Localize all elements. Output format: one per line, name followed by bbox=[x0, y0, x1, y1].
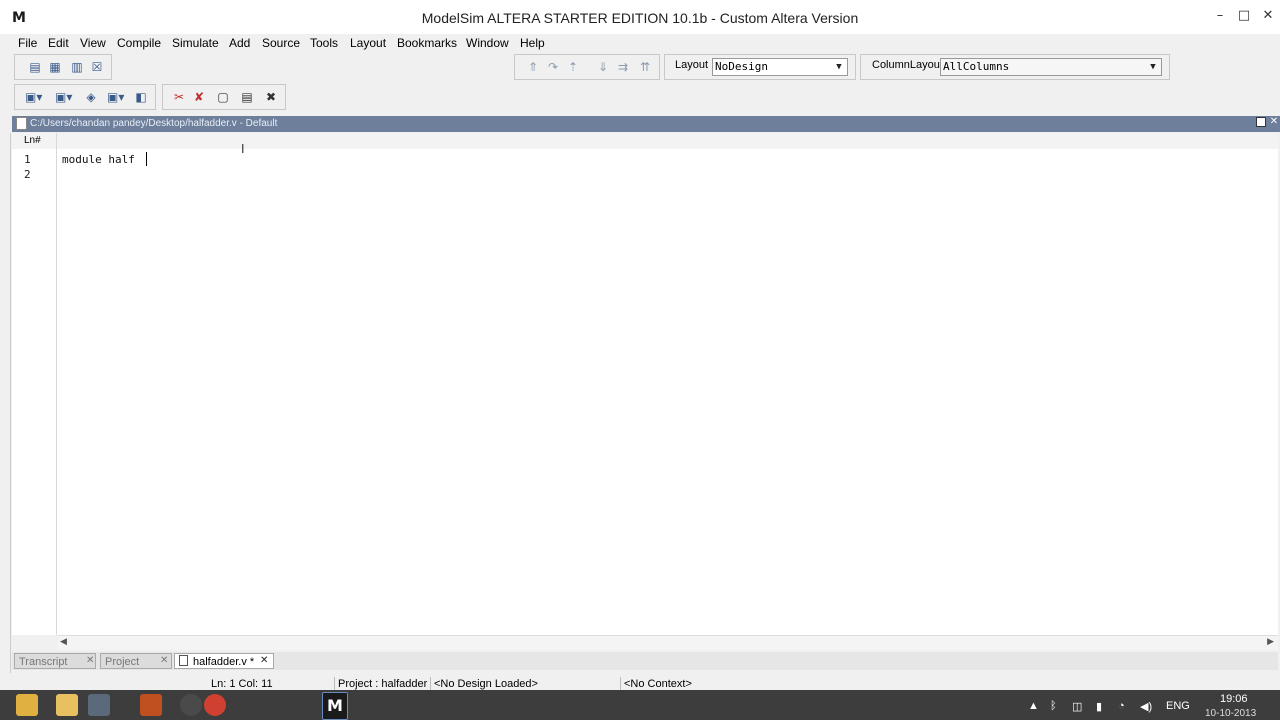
menu-view[interactable]: View bbox=[80, 35, 106, 51]
battery-icon[interactable]: ▮ bbox=[1096, 700, 1102, 713]
clock-time[interactable]: 19:06 bbox=[1220, 693, 1248, 705]
step-forward-icon[interactable]: ⇉ bbox=[615, 59, 631, 75]
column-layout-select-value: AllColumns bbox=[943, 60, 1010, 73]
step-into-icon[interactable]: ⇓ bbox=[595, 59, 611, 75]
input-language[interactable]: ENG bbox=[1166, 700, 1190, 712]
cut-icon[interactable]: ✂ bbox=[171, 89, 187, 105]
menu-bookmarks[interactable]: Bookmarks bbox=[397, 35, 457, 51]
menu-bar: File Edit View Compile Simulate Add Sour… bbox=[0, 34, 1280, 52]
line-number-header: Ln# bbox=[12, 133, 1278, 150]
line-number: 2 bbox=[24, 168, 31, 181]
clock-date[interactable]: 10-10-2013 bbox=[1205, 708, 1256, 719]
text-cursor-icon: I bbox=[241, 142, 245, 156]
close-button[interactable]: ✕ bbox=[1256, 6, 1280, 26]
menu-simulate[interactable]: Simulate bbox=[172, 35, 219, 51]
chevron-down-icon[interactable]: ▼ bbox=[832, 60, 846, 74]
tab-transcript[interactable]: Transcript bbox=[14, 653, 96, 669]
tab-project-label: Project bbox=[105, 656, 140, 668]
column-layout-label: ColumnLayout bbox=[872, 59, 943, 71]
close-icon[interactable]: ✕ bbox=[160, 655, 168, 666]
menu-compile[interactable]: Compile bbox=[117, 35, 161, 51]
bluetooth-icon[interactable]: ᛒ bbox=[1050, 700, 1057, 712]
step-over-icon[interactable]: ↷ bbox=[545, 59, 561, 75]
context-status: <No Context> bbox=[620, 677, 824, 691]
menu-edit[interactable]: Edit bbox=[48, 35, 69, 51]
left-splitter[interactable] bbox=[0, 133, 11, 673]
compile-all-icon[interactable]: ▣▾ bbox=[55, 89, 72, 105]
volume-icon[interactable]: ◀) bbox=[1140, 700, 1152, 713]
compile-icon[interactable]: ▣▾ bbox=[25, 89, 42, 105]
horizontal-scrollbar[interactable]: ◀ ▶ bbox=[58, 635, 1278, 650]
scroll-left-icon[interactable]: ◀ bbox=[60, 637, 67, 647]
close-icon[interactable]: ✕ bbox=[260, 655, 268, 666]
file-icon bbox=[16, 117, 27, 130]
explorer-icon[interactable] bbox=[56, 694, 78, 716]
wifi-icon[interactable]: ◔ bbox=[1118, 700, 1125, 712]
tab-halfadder[interactable]: halfadder.v * bbox=[174, 653, 274, 669]
navigation-toolbar: ⇑ ↷ ⇡ ⇓ ⇉ ⇈ bbox=[514, 54, 660, 80]
maximize-button[interactable]: □ bbox=[1232, 6, 1256, 26]
folder-icon[interactable] bbox=[16, 694, 38, 716]
open-file-icon[interactable]: ▦ bbox=[47, 59, 63, 75]
panel-close-icon[interactable]: ✕ bbox=[1269, 116, 1279, 128]
copy-icon[interactable]: ▢ bbox=[215, 89, 231, 105]
layout-select[interactable]: NoDesign ▼ bbox=[712, 58, 848, 76]
tab-transcript-label: Transcript bbox=[19, 656, 68, 668]
source-editor[interactable] bbox=[12, 149, 1278, 635]
menu-tools[interactable]: Tools bbox=[310, 35, 338, 51]
break-icon[interactable]: ▣▾ bbox=[107, 89, 124, 105]
menu-file[interactable]: File bbox=[18, 35, 37, 51]
show-hidden-icons-icon[interactable]: ▲ bbox=[1028, 700, 1039, 712]
app-icon[interactable] bbox=[140, 694, 162, 716]
column-layout-select[interactable]: AllColumns ▼ bbox=[940, 58, 1162, 76]
delete-icon[interactable]: ✘ bbox=[191, 89, 207, 105]
menu-source[interactable]: Source bbox=[262, 35, 300, 51]
project-status: Project : halfadder bbox=[334, 677, 430, 691]
minimize-button[interactable]: – bbox=[1208, 6, 1232, 26]
gutter-separator bbox=[56, 133, 57, 635]
close-file-icon[interactable]: ☒ bbox=[89, 59, 105, 75]
simulate-icon[interactable]: ◈ bbox=[83, 89, 99, 105]
network-icon[interactable]: ◫ bbox=[1072, 700, 1082, 713]
menu-layout[interactable]: Layout bbox=[350, 35, 386, 51]
scroll-right-icon[interactable]: ▶ bbox=[1267, 637, 1274, 647]
line-number: 1 bbox=[24, 153, 31, 166]
new-file-icon[interactable]: ▤ bbox=[27, 59, 43, 75]
save-file-icon[interactable]: ▥ bbox=[69, 59, 85, 75]
step-out-icon[interactable]: ⇡ bbox=[565, 59, 581, 75]
menu-window[interactable]: Window bbox=[466, 35, 509, 51]
layout-select-value: NoDesign bbox=[715, 60, 768, 73]
modelsim-taskbar-icon[interactable]: M bbox=[322, 692, 348, 720]
design-status: <No Design Loaded> bbox=[430, 677, 620, 691]
file-toolbar: ▤ ▦ ▥ ☒ bbox=[14, 54, 112, 80]
ln-header-label: Ln# bbox=[24, 135, 41, 146]
edit-toolbar: ✂ ✘ ▢ ▤ ✖ bbox=[162, 84, 286, 110]
step-up-icon[interactable]: ⇑ bbox=[525, 59, 541, 75]
restart-icon[interactable]: ◧ bbox=[133, 89, 149, 105]
text-caret bbox=[146, 152, 147, 166]
code-line[interactable]: module half bbox=[62, 153, 135, 166]
cursor-position: Ln: 1 Col: 11 bbox=[211, 678, 273, 690]
window-title: ModelSim ALTERA STARTER EDITION 10.1b - … bbox=[421, 10, 859, 26]
app-icon[interactable] bbox=[88, 694, 110, 716]
layout-label: Layout bbox=[675, 59, 709, 71]
menu-help[interactable]: Help bbox=[520, 35, 545, 51]
editor-panel-title: C:/Users/chandan pandey/Desktop/halfadde… bbox=[30, 118, 278, 129]
panel-undock-icon[interactable] bbox=[1256, 117, 1266, 127]
close-icon[interactable]: ✕ bbox=[86, 655, 94, 666]
file-icon bbox=[179, 655, 188, 666]
chrome-icon[interactable] bbox=[204, 694, 226, 716]
clear-icon[interactable]: ✖ bbox=[263, 89, 279, 105]
step-back-icon[interactable]: ⇈ bbox=[637, 59, 653, 75]
tab-halfadder-label: halfadder.v * bbox=[193, 656, 255, 668]
chevron-down-icon[interactable]: ▼ bbox=[1146, 60, 1160, 74]
paste-icon[interactable]: ▤ bbox=[239, 89, 255, 105]
compile-toolbar: ▣▾ ▣▾ ◈ ▣▾ ◧ bbox=[14, 84, 156, 110]
menu-add[interactable]: Add bbox=[229, 35, 250, 51]
app-icon[interactable] bbox=[180, 694, 202, 716]
